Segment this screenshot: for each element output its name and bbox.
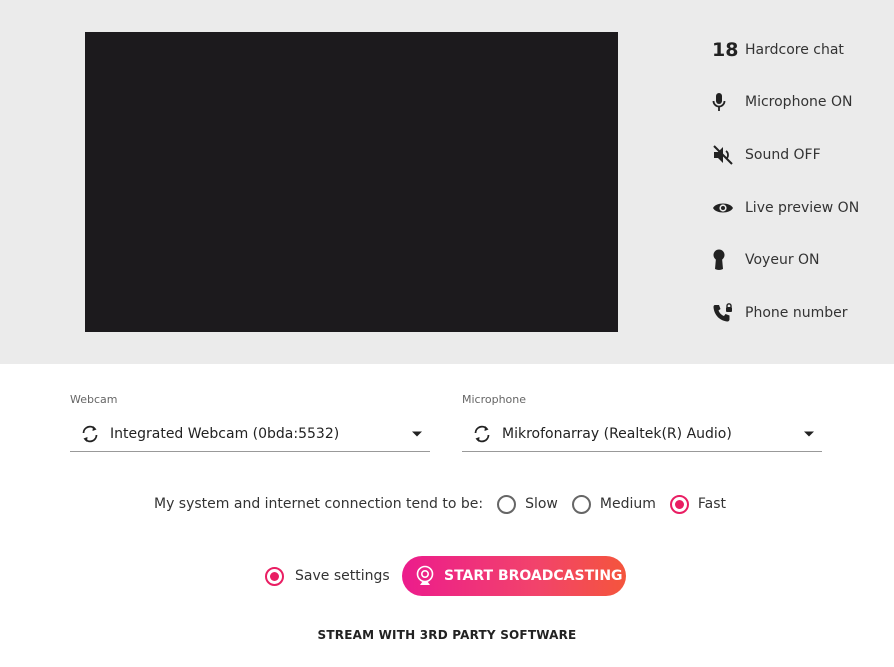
side-item-live-preview[interactable]: Live preview ON [712,190,887,226]
radio-circle-medium[interactable] [571,494,591,514]
radio-slow[interactable]: Slow [497,494,558,514]
start-broadcasting-button[interactable]: START BROADCASTING [402,556,626,596]
side-item-label: Live preview ON [745,200,860,216]
age-number: 18 [712,39,739,61]
radio-circle-slow[interactable] [497,494,517,514]
side-item-sound[interactable]: Sound OFF [712,137,887,173]
side-item-label: Voyeur ON [745,252,820,268]
phone-icon [712,302,738,324]
save-settings-label: Save settings [295,568,390,584]
sound-off-icon [712,144,738,166]
webcam-select-group: Webcam Integrated Webcam (0bda:5532) [70,392,430,452]
keyhole-icon [712,249,738,271]
microphone-select-group: Microphone Mikrofonarray (Realtek(R) Aud… [462,392,822,452]
side-item-label: Hardcore chat [745,42,844,58]
webcam-preview [85,32,618,332]
webcam-select-value: Integrated Webcam (0bda:5532) [110,425,340,442]
radio-medium[interactable]: Medium [571,494,656,514]
start-broadcasting-label: START BROADCASTING [444,568,623,584]
side-item-voyeur[interactable]: Voyeur ON [712,242,887,278]
webcam-label: Webcam [70,393,118,406]
eye-icon [712,197,738,219]
radio-label: Slow [525,496,558,512]
refresh-icon[interactable] [70,422,110,446]
save-settings-toggle[interactable]: Save settings [265,556,390,596]
side-item-label: Phone number [745,305,848,321]
radio-label: Medium [599,496,656,512]
connection-speed-label: My system and internet connection tend t… [153,496,484,512]
radio-fast[interactable]: Fast [669,494,726,514]
microphone-select[interactable]: Mikrofonarray (Realtek(R) Audio) [462,416,822,452]
side-item-hardcore-chat[interactable]: 18 Hardcore chat [712,32,887,68]
webcam-select[interactable]: Integrated Webcam (0bda:5532) [70,416,430,452]
side-item-label: Microphone ON [745,94,853,110]
side-item-phone[interactable]: Phone number [712,295,887,331]
radio-circle-fast[interactable] [669,494,689,514]
refresh-icon[interactable] [462,422,502,446]
microphone-select-value: Mikrofonarray (Realtek(R) Audio) [502,425,732,442]
side-item-label: Sound OFF [745,147,821,163]
webcam-icon [414,564,436,588]
microphone-label: Microphone [462,393,527,406]
microphone-icon [712,91,738,113]
side-item-microphone[interactable]: Microphone ON [712,84,887,120]
eighteen-badge: 18 [712,39,738,61]
save-settings-radio[interactable] [265,566,284,586]
radio-label: Fast [697,496,726,512]
chevron-down-icon[interactable] [796,422,822,446]
top-panel: 18 Hardcore chat Microphone ON Sound OFF… [0,0,894,364]
stream-third-party-link[interactable]: STREAM WITH 3RD PARTY SOFTWARE [0,628,894,642]
connection-speed-group: My system and internet connection tend t… [0,492,894,516]
chevron-down-icon[interactable] [404,422,430,446]
